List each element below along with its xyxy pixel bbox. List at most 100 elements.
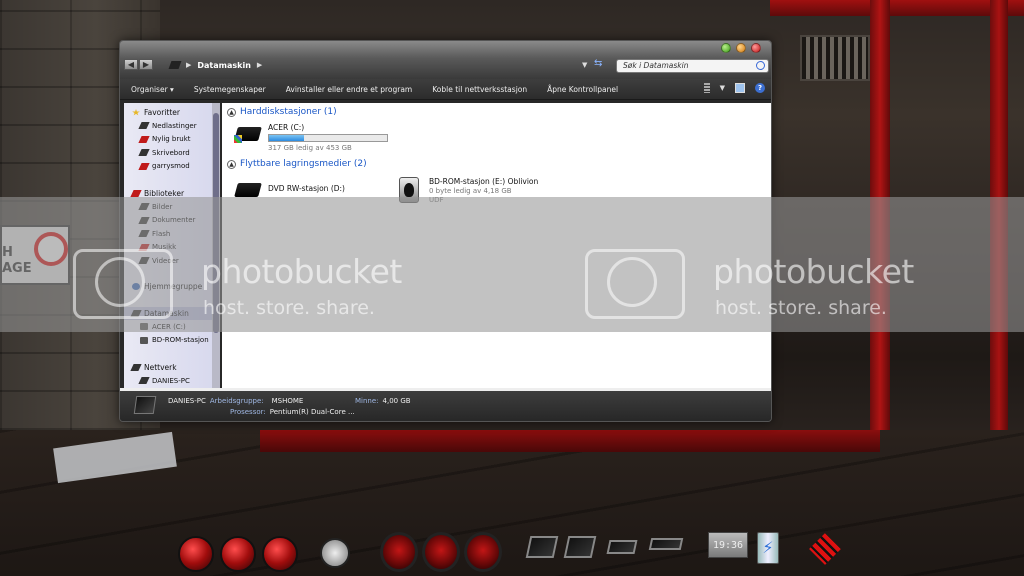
control-panel-button[interactable]: Åpne Kontrollpanel — [536, 85, 627, 94]
stack-icon[interactable] — [809, 533, 841, 565]
folder-icon — [138, 216, 150, 224]
section-title: Flyttbare lagringsmedier (2) — [240, 159, 367, 169]
back-button[interactable]: ◀ — [124, 59, 138, 70]
folder-icon — [138, 162, 150, 170]
gun-icon[interactable] — [648, 538, 684, 550]
disc-icon — [140, 336, 148, 344]
breadcrumb[interactable]: Datamaskin — [197, 61, 251, 70]
sidebar-item-label: Biblioteker — [144, 189, 185, 198]
sidebar-item-label: Flash — [152, 229, 171, 238]
computer-icon — [138, 377, 150, 385]
refresh-icon[interactable]: ⇆ — [594, 58, 602, 69]
map-network-drive-button[interactable]: Koble til nettverksstasjon — [421, 85, 536, 94]
sidebar-item-network[interactable]: Nettverk — [124, 361, 212, 374]
chevron-right-icon[interactable]: ▶ — [186, 61, 191, 69]
drive-icon — [140, 323, 148, 331]
maximize-button[interactable] — [736, 43, 746, 53]
usage-bar-fill — [269, 135, 305, 141]
sidebar-item-danies-pc[interactable]: DANIES-PC — [124, 374, 212, 388]
sidebar-item-label: garrysmod — [152, 162, 190, 171]
sidebar-item-music[interactable]: Musikk — [124, 241, 212, 255]
clock-widget[interactable]: 19:36 — [708, 532, 748, 558]
preview-pane-icon[interactable] — [735, 83, 745, 93]
minimize-button[interactable] — [721, 43, 731, 53]
memory-value: 4,00 GB — [382, 397, 411, 405]
red-frame — [770, 0, 1024, 16]
clock-time: 19:36 — [708, 532, 748, 558]
view-icon[interactable] — [703, 83, 710, 93]
drive-name: ACER (C:) — [268, 123, 305, 132]
folder-icon — [138, 122, 150, 130]
sidebar-item-label: Nylig brukt — [152, 135, 191, 144]
red-frame — [260, 430, 880, 452]
toolbar-right: ▼ ? — [703, 83, 765, 93]
folder-icon — [138, 203, 150, 211]
scrollbar-thumb[interactable] — [213, 113, 219, 333]
dock-app-icon[interactable] — [220, 536, 256, 572]
usage-bar — [268, 134, 388, 142]
homegroup-icon — [132, 283, 140, 290]
uninstall-button[interactable]: Avinstaller eller endre et program — [275, 85, 422, 94]
sidebar-item-drive-c[interactable]: ACER (C:) — [124, 320, 212, 334]
drive-free-space: 0 byte ledig av 4,18 GB — [429, 187, 512, 195]
sidebar-item-bd-rom[interactable]: BD-ROM-stasjon — [124, 334, 212, 348]
title-bar[interactable]: ◀ ▶ ▶ Datamaskin ▶ ▼ ⇆ Søk i Datamaskin — [120, 41, 771, 79]
network-icon — [130, 364, 142, 371]
hard-drive-icon — [234, 123, 262, 143]
system-properties-button[interactable]: Systemegenskaper — [183, 85, 275, 94]
address-bar[interactable]: ▶ Datamaskin ▶ — [168, 58, 610, 72]
dock-app-icon[interactable] — [422, 532, 460, 572]
dock-app-icon[interactable] — [178, 536, 214, 572]
sidebar-item-label: Bilder — [152, 202, 173, 211]
removable-section-header[interactable]: ▲ Flyttbare lagringsmedier (2) — [227, 159, 367, 169]
window-controls — [721, 43, 761, 53]
keyboard-icon[interactable] — [606, 540, 638, 554]
sidebar-item-label: Videoer — [152, 256, 179, 265]
sidebar-item-libraries[interactable]: Biblioteker — [124, 187, 212, 200]
search-placeholder: Søk i Datamaskin — [623, 61, 689, 70]
sidebar-item-pictures[interactable]: Bilder — [124, 200, 212, 214]
collapse-icon[interactable]: ▲ — [227, 159, 236, 169]
drive-c-item[interactable]: ACER (C:) 317 GB ledig av 453 GB — [234, 123, 388, 152]
processor-value: Pentium(R) Dual-Core ... — [269, 408, 355, 416]
organize-menu[interactable]: Organiser ▾ — [120, 85, 183, 94]
sidebar-item-garrysmod[interactable]: garrysmod — [124, 160, 212, 174]
dock-app-icon[interactable] — [464, 532, 502, 572]
sidebar-item-label: Nedlastinger — [152, 121, 197, 130]
sidebar-item-recent[interactable]: Nylig brukt — [124, 133, 212, 147]
chevron-down-icon[interactable]: ▼ — [582, 61, 587, 69]
sidebar-item-homegroup[interactable]: Hjemmegruppe — [124, 280, 212, 293]
close-button[interactable] — [751, 43, 761, 53]
sidebar-item-documents[interactable]: Dokumenter — [124, 214, 212, 228]
folder-icon — [138, 257, 150, 265]
workgroup-label: Arbeidsgruppe: — [209, 397, 264, 405]
steam-icon[interactable] — [320, 538, 350, 568]
dock-app-icon[interactable] — [380, 532, 418, 572]
chevron-right-icon[interactable]: ▶ — [257, 61, 262, 69]
sidebar-item-label: Datamaskin — [144, 309, 189, 318]
sidebar-item-flash[interactable]: Flash — [124, 227, 212, 241]
nav-scrollbar[interactable] — [212, 103, 220, 388]
search-input[interactable]: Søk i Datamaskin — [616, 59, 769, 73]
sidebar-item-videos[interactable]: Videoer — [124, 254, 212, 268]
explorer-window[interactable]: ◀ ▶ ▶ Datamaskin ▶ ▼ ⇆ Søk i Datamaskin … — [119, 40, 772, 422]
hdd-section-header[interactable]: ▲ Harddiskstasjoner (1) — [227, 107, 337, 117]
trash-icon[interactable]: ⚡ — [757, 532, 779, 564]
sidebar-item-desktop[interactable]: Skrivebord — [124, 146, 212, 160]
drive-dvd-item[interactable]: DVD RW-stasjon (D:) — [234, 179, 345, 199]
sidebar-item-favorites[interactable]: Favoritter — [124, 106, 212, 119]
monitor-icon[interactable] — [525, 536, 559, 558]
search-icon[interactable] — [756, 61, 765, 70]
sidebar-item-downloads[interactable]: Nedlastinger — [124, 119, 212, 133]
help-icon[interactable]: ? — [755, 83, 765, 93]
drive-name: BD-ROM-stasjon (E:) Oblivion — [429, 177, 539, 186]
dock-app-icon[interactable] — [262, 536, 298, 572]
collapse-icon[interactable]: ▲ — [227, 107, 236, 117]
monitors-icon[interactable] — [563, 536, 597, 558]
forward-button[interactable]: ▶ — [139, 59, 153, 70]
navigation-pane: Favoritter Nedlastinger Nylig brukt Skri… — [124, 103, 212, 388]
details-row: Prosessor: Pentium(R) Dual-Core ... — [230, 408, 355, 416]
sidebar-item-computer[interactable]: Datamaskin — [124, 307, 212, 320]
chevron-down-icon[interactable]: ▼ — [720, 84, 725, 92]
drive-bd-item[interactable]: BD-ROM-stasjon (E:) Oblivion 0 byte ledi… — [399, 177, 538, 204]
